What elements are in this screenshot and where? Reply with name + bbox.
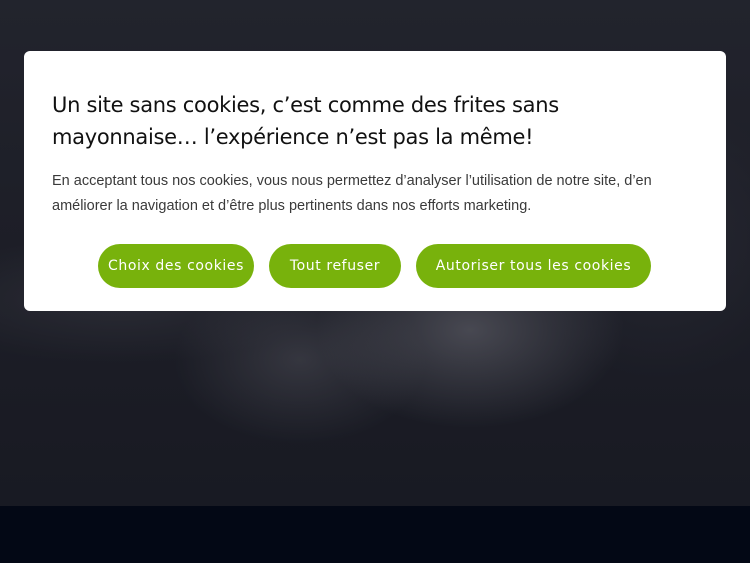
accept-all-cookies-button[interactable]: Autoriser tous les cookies: [416, 244, 651, 288]
cookie-dialog-title: Un site sans cookies, c’est comme des fr…: [52, 93, 559, 149]
refuse-all-button[interactable]: Tout refuser: [269, 244, 401, 288]
cookie-button-row: Choix des cookies Tout refuser Autoriser…: [98, 244, 651, 288]
footer-band: [0, 506, 750, 563]
cookie-dialog-description: En acceptant tous nos cookies, vous nous…: [52, 173, 652, 214]
cookie-choice-button[interactable]: Choix des cookies: [98, 244, 254, 288]
cookie-consent-dialog: Un site sans cookies, c’est comme des fr…: [24, 51, 726, 311]
